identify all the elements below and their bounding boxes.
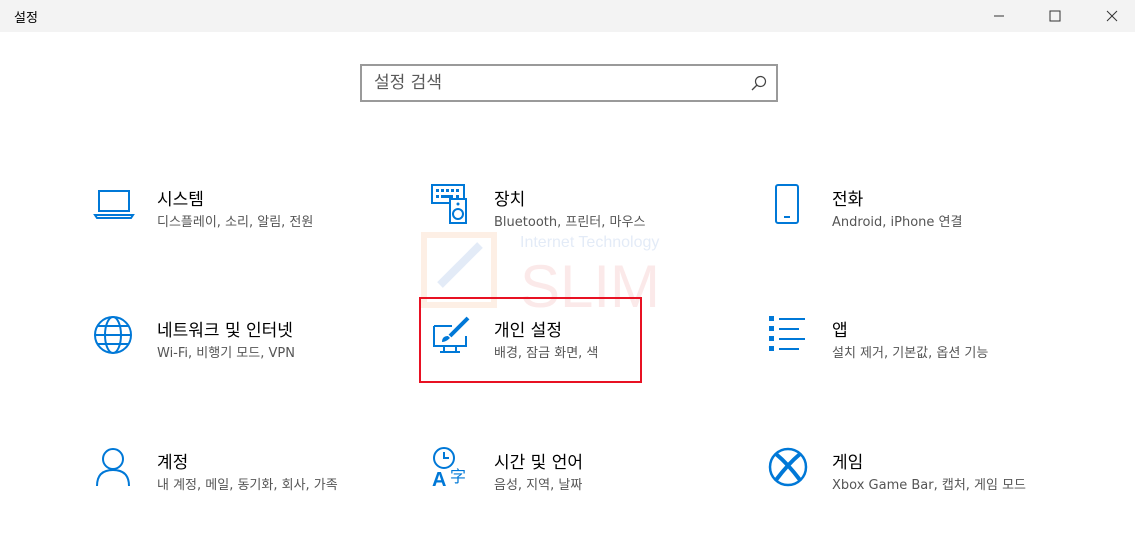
tile-name: 전화 [832,190,864,210]
minimize-icon [994,15,1004,17]
close-icon [1106,10,1118,22]
phone-icon [775,184,799,224]
apps-list-icon [769,316,805,351]
tile-time-language[interactable]: A 字 시간 및 언어 음성, 지역, 날짜 [430,446,720,536]
tile-name: 계정 [157,453,189,473]
tile-desc: Bluetooth, 프린터, 마우스 [494,215,646,230]
time-language-icon: A 字 [432,447,466,490]
tile-name: 시간 및 언어 [494,453,584,473]
maximize-icon [1049,10,1061,22]
person-icon [96,448,130,487]
selection-highlight [419,297,642,383]
maximize-button[interactable] [1032,0,1078,32]
xbox-icon [768,447,808,487]
laptop-icon [93,190,135,219]
tile-gaming[interactable]: 게임 Xbox Game Bar, 캡처, 게임 모드 [768,446,1058,536]
tile-apps[interactable]: 앱 설치 제거, 기본값, 옵션 기능 [768,314,1058,404]
tile-network[interactable]: 네트워크 및 인터넷 Wi-Fi, 비행기 모드, VPN [93,314,383,404]
title-bar: 설정 [0,0,1135,32]
tile-desc: Xbox Game Bar, 캡처, 게임 모드 [832,478,1027,493]
tile-devices[interactable]: 장치 Bluetooth, 프린터, 마우스 [430,183,720,273]
tile-desc: 음성, 지역, 날짜 [494,478,583,493]
devices-icon [431,184,467,224]
search-input[interactable] [374,66,734,100]
tile-desc: 내 계정, 메일, 동기화, 회사, 가족 [157,478,338,493]
window-title: 설정 [14,11,38,26]
svg-text:字: 字 [450,467,466,486]
tile-name: 시스템 [157,190,204,210]
svg-text:A: A [432,469,446,490]
tile-desc: 설치 제거, 기본값, 옵션 기능 [832,346,989,361]
tile-accounts[interactable]: 계정 내 계정, 메일, 동기화, 회사, 가족 [93,446,383,536]
tile-desc: Android, iPhone 연결 [832,215,963,230]
tile-desc: Wi-Fi, 비행기 모드, VPN [157,346,295,361]
tile-phone[interactable]: 전화 Android, iPhone 연결 [768,183,1058,273]
tile-desc: 디스플레이, 소리, 알림, 전원 [157,215,314,230]
tile-name: 앱 [832,321,848,341]
close-button[interactable] [1089,0,1135,32]
globe-icon [94,316,132,354]
minimize-button[interactable] [976,0,1022,32]
tile-name: 장치 [494,190,526,210]
tile-name: 네트워크 및 인터넷 [157,321,293,341]
tile-name: 게임 [832,453,864,473]
search-box[interactable] [360,64,778,102]
search-icon[interactable] [750,74,768,92]
tile-system[interactable]: 시스템 디스플레이, 소리, 알림, 전원 [93,183,383,273]
